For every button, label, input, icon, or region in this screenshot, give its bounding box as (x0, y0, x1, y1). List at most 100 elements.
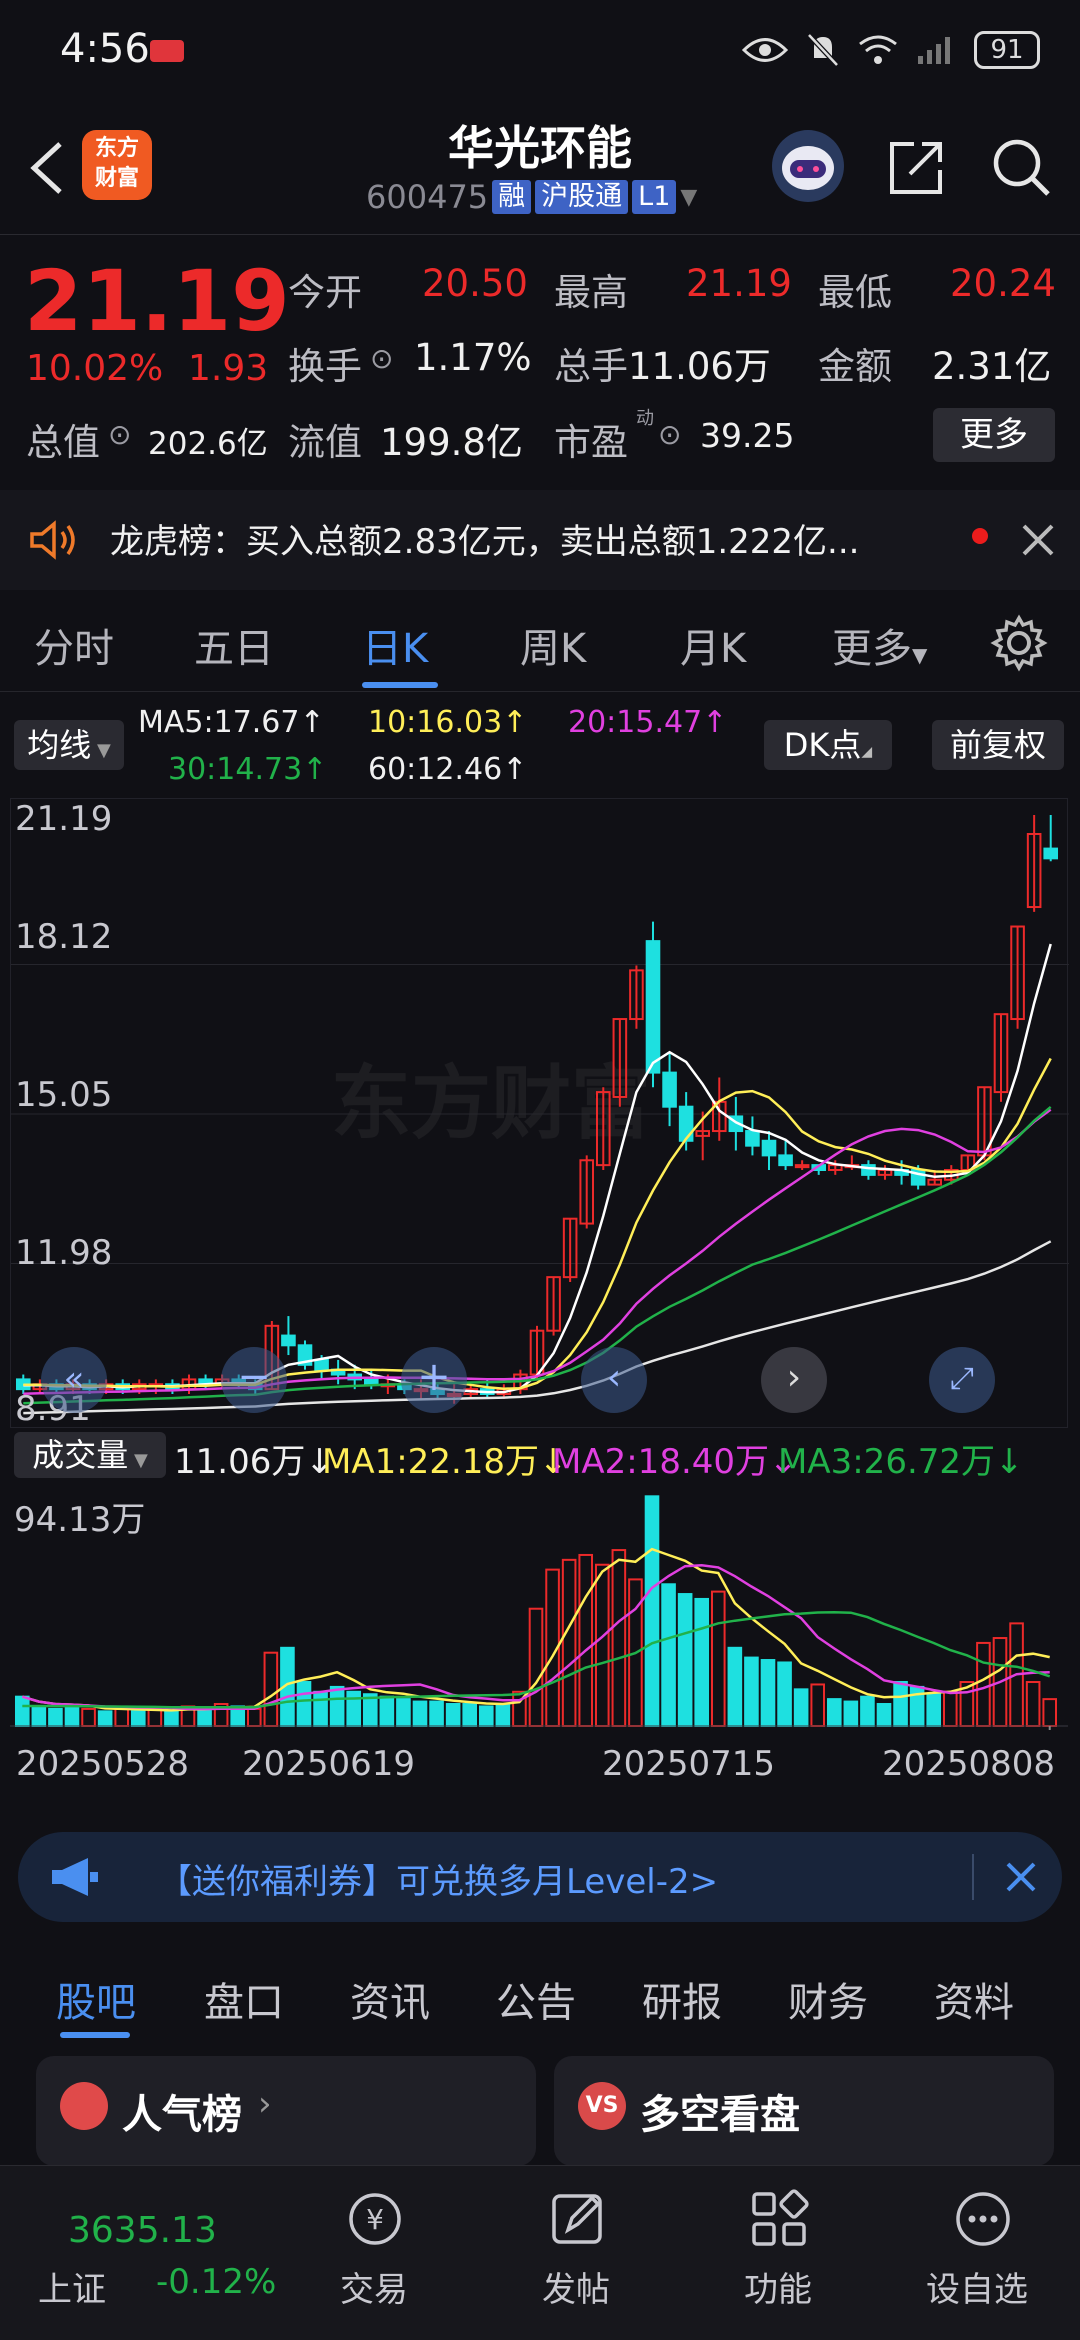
volume-bar (379, 1695, 395, 1727)
svg-text:¥: ¥ (366, 2203, 384, 2236)
ma-selector[interactable]: 均线 ▼ (14, 720, 124, 770)
fullscreen-button[interactable]: ⤢ (929, 1347, 995, 1413)
pe-label: 市盈 (554, 421, 628, 464)
dk-point-button[interactable]: DK点◢ (764, 720, 892, 770)
mute-bell-icon (807, 33, 839, 67)
volume-bar (1025, 1681, 1041, 1728)
scroll-left-button[interactable]: ‹ (581, 1347, 647, 1413)
x-date-label: 20250528 (16, 1744, 190, 1784)
volume-bar (462, 1703, 478, 1728)
tab-research[interactable]: 研报 (642, 1970, 722, 2028)
market-cap-value: 202.6亿 (148, 426, 268, 462)
tab-news[interactable]: 资讯 (350, 1970, 430, 2028)
eye-icon (742, 38, 788, 62)
info-circle-icon[interactable]: ⊙ (370, 342, 393, 375)
tab-financials[interactable]: 财务 (788, 1970, 868, 2028)
volume-chart[interactable]: 94.13万 (10, 1480, 1068, 1730)
tab-weekly-k[interactable]: 周K (520, 616, 586, 674)
pe-dynamic-superscript: 动 (636, 408, 654, 429)
vs-icon: VS (578, 2082, 626, 2130)
volume-ma1: MA1:22.18万↓ (322, 1442, 568, 1482)
card-title: 多空看盘 (640, 2092, 800, 2138)
promo-divider (972, 1854, 974, 1900)
info-circle-icon[interactable]: ⊙ (658, 418, 681, 451)
nav-post-label[interactable]: 发帖 (542, 2262, 610, 2311)
nav-trade-label[interactable]: 交易 (340, 2262, 408, 2311)
candle-body (794, 1164, 810, 1169)
tab-forum[interactable]: 股吧 (56, 1970, 136, 2028)
tab-more[interactable]: 更多▼ (832, 616, 927, 674)
volume-bar (64, 1705, 80, 1727)
float-cap-label: 流值 (288, 421, 362, 464)
chevron-down-icon: ▼ (128, 1450, 148, 1471)
candle-body (281, 1334, 296, 1347)
tab-order-book[interactable]: 盘口 (204, 1970, 284, 2028)
close-icon[interactable] (1018, 520, 1058, 560)
volume-bar (263, 1651, 279, 1728)
tab-daily-k[interactable]: 日K (362, 616, 428, 674)
more-quote-button[interactable]: 更多 (933, 408, 1055, 462)
volume-bar (114, 1707, 130, 1728)
candle-body (645, 940, 661, 1074)
share-icon[interactable] (886, 136, 948, 198)
close-icon[interactable] (1004, 1860, 1038, 1894)
speaker-icon (30, 520, 75, 560)
volume-bar (611, 1549, 627, 1727)
promo-banner[interactable]: 【送你福利券】可兑换多月Level-2> (18, 1832, 1062, 1922)
more-dots-icon[interactable] (950, 2186, 1016, 2252)
index-change[interactable]: -0.12% (156, 2262, 276, 2302)
megaphone-icon (52, 1858, 98, 1896)
dragon-tiger-notice[interactable]: 龙虎榜：买入总额2.83亿元，卖出总额1.222亿... (0, 490, 1080, 590)
ma20-value: 20:15.47↑ (568, 705, 728, 740)
nav-function-label[interactable]: 功能 (744, 2262, 812, 2311)
volume-bar (661, 1583, 676, 1727)
volume-bar (14, 1695, 30, 1727)
zoom-in-button[interactable]: + (401, 1347, 467, 1413)
candle-body (1043, 847, 1059, 860)
robot-assistant-icon[interactable] (770, 128, 846, 204)
tab-profile[interactable]: 资料 (934, 1970, 1014, 2028)
grid-function-icon[interactable] (746, 2186, 812, 2252)
zoom-out-button[interactable]: − (221, 1347, 287, 1413)
status-icons: 91 (742, 28, 1040, 72)
corner-triangle-icon: ◢ (861, 744, 873, 760)
tab-monthly-k[interactable]: 月K (680, 616, 746, 674)
scroll-right-button[interactable]: › (761, 1347, 827, 1413)
k-line-chart[interactable]: 东方财富 21.19 18.12 15.05 11.98 8.91 « − + … (10, 798, 1069, 1429)
forward-adjust-button[interactable]: 前复权 (932, 720, 1064, 770)
nav-watchlist-label[interactable]: 设自选 (926, 2262, 1028, 2311)
volume-selector[interactable]: 成交量 ▼ (14, 1432, 166, 1478)
volume-svg (10, 1495, 1068, 1730)
index-value[interactable]: 3635.13 (68, 2210, 217, 2251)
volume-bar (346, 1690, 362, 1728)
volume-bar (246, 1707, 262, 1728)
volume-bar (810, 1683, 826, 1727)
scroll-left-fast-button[interactable]: « (41, 1347, 107, 1413)
volume-bar (644, 1495, 660, 1728)
volume-bar (843, 1700, 859, 1727)
gear-icon[interactable] (990, 614, 1048, 672)
index-name[interactable]: 上证 (38, 2262, 106, 2311)
candlestick-svg (11, 815, 1069, 1415)
volume-bar (445, 1703, 461, 1728)
tab-intraday[interactable]: 分时 (34, 616, 114, 674)
tab-announcements[interactable]: 公告 (496, 1970, 576, 2028)
open-value: 20.50 (422, 262, 528, 305)
chevron-down-icon[interactable]: ▼ (680, 185, 697, 210)
info-circle-icon[interactable]: ⊙ (108, 418, 131, 451)
period-tabs: 分时 五日 日K 周K 月K 更多▼ (0, 596, 1080, 692)
trade-icon[interactable]: ¥ (342, 2186, 408, 2252)
bull-bear-card[interactable]: VS 多空看盘 (554, 2056, 1054, 2166)
search-icon[interactable] (990, 136, 1052, 198)
change-percent: 10.02% (26, 348, 164, 389)
x-date-label: 20250808 (882, 1744, 1056, 1784)
volume-bar (860, 1695, 875, 1727)
chevron-left-icon: ‹ (606, 1357, 622, 1398)
tab-five-day[interactable]: 五日 (194, 616, 274, 674)
price-axis-label: 21.19 (15, 799, 113, 839)
turnover-label: 换手 (288, 345, 362, 388)
edit-post-icon[interactable] (544, 2186, 610, 2252)
ma60-value: 60:12.46↑ (368, 752, 528, 787)
candle-body (761, 1139, 777, 1157)
popularity-rank-card[interactable]: 人气榜 › (36, 2056, 536, 2166)
